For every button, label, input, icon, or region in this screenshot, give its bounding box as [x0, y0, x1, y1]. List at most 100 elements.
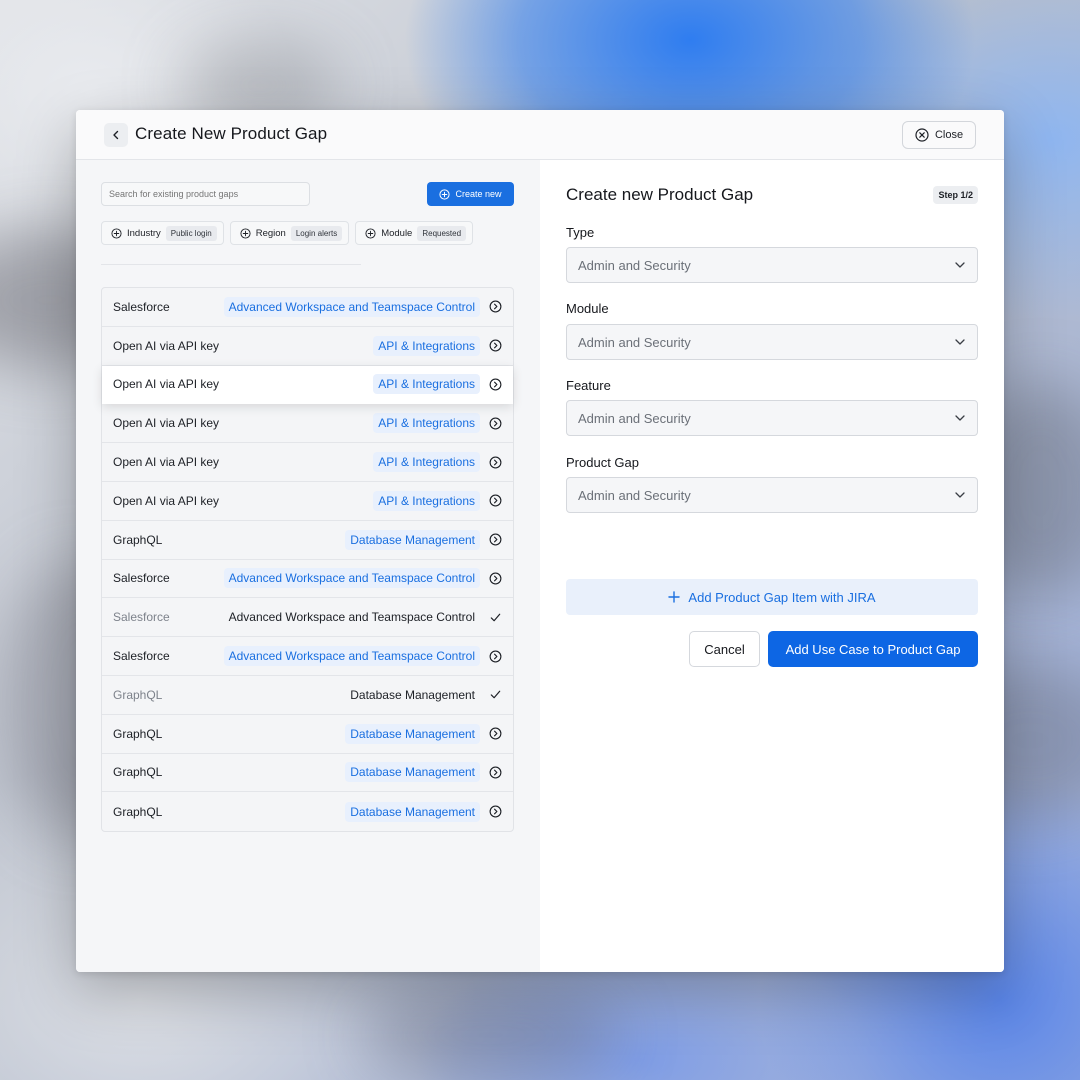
product-gap-select[interactable]: Admin and Security: [566, 477, 978, 513]
module-value: Admin and Security: [578, 334, 691, 350]
plus-icon: [668, 591, 681, 603]
search-input[interactable]: [101, 182, 310, 206]
list-item[interactable]: GraphQL Database Management: [102, 521, 513, 560]
list-item-category: API & Integrations: [373, 452, 480, 473]
list-item[interactable]: Open AI via API key API & Integrations: [102, 365, 513, 405]
plus-circle-icon: [365, 227, 376, 239]
modal-title: Create New Product Gap: [135, 124, 328, 143]
filter-bar: Industry Public login Region Login alert…: [101, 221, 474, 245]
list-item[interactable]: Salesforce Advanced Workspace and Teamspa…: [102, 637, 513, 676]
arrow-circle-right-icon[interactable]: [488, 377, 502, 391]
divider: [101, 264, 361, 265]
list-item-name: Salesforce: [113, 649, 170, 664]
list-item[interactable]: Open AI via API key API & Integrations: [102, 482, 513, 521]
check-icon[interactable]: [488, 688, 502, 702]
list-item[interactable]: Salesforce Advanced Workspace and Teamspa…: [102, 560, 513, 599]
plus-circle-icon: [111, 227, 122, 239]
chevron-down-icon: [955, 415, 965, 421]
arrow-circle-right-icon[interactable]: [488, 300, 502, 314]
product-gap-value: Admin and Security: [578, 487, 691, 503]
back-button[interactable]: [104, 123, 128, 147]
list-item-name: GraphQL: [113, 765, 163, 780]
form-title: Create new Product Gap: [566, 185, 754, 204]
filter-tag: Public login: [165, 225, 217, 241]
plus-circle-icon: [240, 227, 251, 239]
product-gap-label: Product Gap: [566, 455, 639, 470]
cancel-button[interactable]: Cancel: [689, 631, 760, 667]
type-select[interactable]: Admin and Security: [566, 247, 978, 283]
filter-module[interactable]: Module Requested: [355, 221, 474, 245]
jira-label: Add Product Gap Item with JIRA: [688, 589, 876, 605]
check-icon[interactable]: [488, 610, 502, 624]
add-jira-item-button[interactable]: Add Product Gap Item with JIRA: [566, 579, 978, 615]
list-item-category: API & Integrations: [373, 335, 480, 356]
arrow-circle-right-icon[interactable]: [488, 416, 502, 430]
close-button[interactable]: Close: [902, 121, 976, 149]
list-item[interactable]: GraphQL Database Management: [102, 676, 513, 715]
list-item-category: API & Integrations: [373, 374, 480, 395]
module-select[interactable]: Admin and Security: [566, 324, 978, 360]
filter-label: Industry: [127, 227, 161, 239]
list-item-name: Open AI via API key: [113, 416, 220, 431]
list-item-category: Database Management: [350, 687, 475, 702]
filter-tag: Requested: [417, 225, 467, 241]
list-item-name: GraphQL: [113, 726, 163, 741]
arrow-circle-right-icon[interactable]: [488, 805, 502, 819]
close-circle-icon: [915, 128, 929, 142]
existing-gaps-pane: Create new Industry Public login Region …: [76, 160, 540, 972]
type-label: Type: [566, 225, 595, 240]
list-item-name: GraphQL: [113, 532, 163, 547]
chevron-left-icon: [113, 130, 119, 140]
add-use-case-button[interactable]: Add Use Case to Product Gap: [768, 631, 978, 667]
arrow-circle-right-icon[interactable]: [488, 765, 502, 779]
feature-label: Feature: [566, 378, 611, 393]
list-item-category: Advanced Workspace and Teamspace Control: [223, 568, 480, 589]
product-gap-list: Salesforce Advanced Workspace and Teamspa…: [101, 287, 514, 833]
create-new-button[interactable]: Create new: [427, 182, 514, 206]
list-item-name: Open AI via API key: [113, 455, 220, 470]
list-item[interactable]: GraphQL Database Management: [102, 754, 513, 793]
arrow-circle-right-icon[interactable]: [488, 533, 502, 547]
chevron-down-icon: [955, 492, 965, 498]
arrow-circle-right-icon[interactable]: [488, 727, 502, 741]
feature-value: Admin and Security: [578, 410, 691, 426]
list-item[interactable]: GraphQL Database Management: [102, 792, 513, 831]
arrow-circle-right-icon[interactable]: [488, 339, 502, 353]
list-item[interactable]: Salesforce Advanced Workspace and Teamspa…: [102, 598, 513, 638]
list-item-name: Open AI via API key: [113, 377, 220, 392]
list-item-category: Database Management: [345, 723, 480, 744]
list-item-name: Open AI via API key: [113, 338, 220, 353]
arrow-circle-right-icon[interactable]: [488, 571, 502, 585]
list-item[interactable]: Salesforce Advanced Workspace and Teamspa…: [102, 288, 513, 327]
modal-header: Create New Product Gap Close: [76, 110, 1004, 160]
list-item[interactable]: Open AI via API key API & Integrations: [102, 404, 513, 444]
module-label: Module: [566, 301, 609, 316]
step-badge: Step 1/2: [933, 186, 978, 204]
list-item-category: API & Integrations: [373, 413, 480, 434]
list-item-name: GraphQL: [113, 687, 163, 702]
list-item-category: API & Integrations: [373, 490, 480, 511]
list-item-category: Advanced Workspace and Teamspace Control: [223, 296, 480, 317]
list-item[interactable]: Open AI via API key API & Integrations: [102, 327, 513, 366]
filter-label: Module: [381, 227, 413, 239]
list-item[interactable]: GraphQL Database Management: [102, 715, 513, 754]
list-item-category: Database Management: [345, 801, 480, 822]
type-value: Admin and Security: [578, 257, 691, 273]
list-item[interactable]: Open AI via API key API & Integrations: [102, 443, 513, 482]
arrow-circle-right-icon[interactable]: [488, 455, 502, 469]
filter-label: Region: [255, 227, 286, 239]
arrow-circle-right-icon[interactable]: [488, 649, 502, 663]
feature-select[interactable]: Admin and Security: [566, 400, 978, 436]
chevron-down-icon: [955, 262, 965, 268]
filter-industry[interactable]: Industry Public login: [101, 221, 224, 245]
close-label: Close: [934, 129, 964, 141]
list-item-category: Database Management: [345, 529, 480, 550]
filter-tag: Login alerts: [290, 225, 343, 241]
create-product-gap-modal: Create New Product Gap Close Create new: [76, 110, 1004, 972]
list-item-category: Advanced Workspace and Teamspace Control: [228, 610, 475, 625]
list-item-name: Open AI via API key: [113, 493, 220, 508]
list-item-name: Salesforce: [113, 299, 170, 314]
arrow-circle-right-icon[interactable]: [488, 494, 502, 508]
create-new-label: Create new: [455, 189, 502, 199]
filter-region[interactable]: Region Login alerts: [229, 221, 350, 245]
